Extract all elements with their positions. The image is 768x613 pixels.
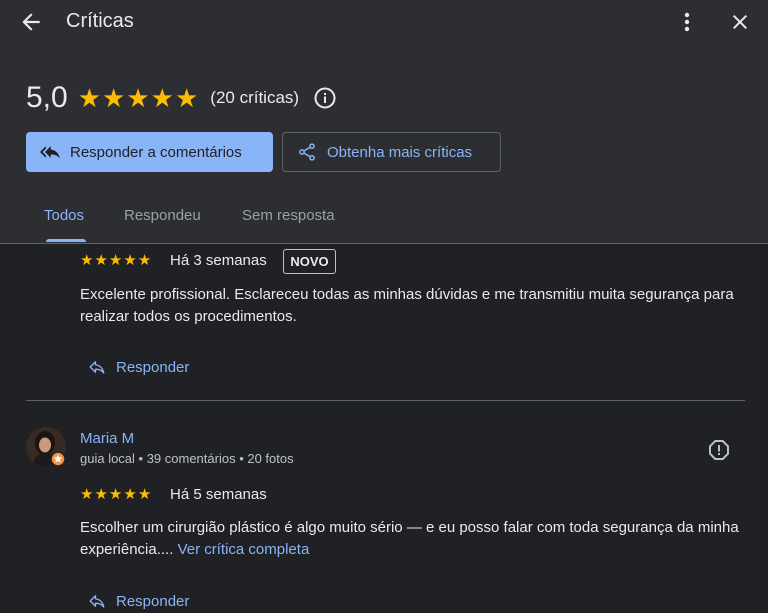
top-bar: Críticas xyxy=(0,0,768,44)
author-meta: guia local • 39 comentários • 20 fotos xyxy=(80,451,294,466)
star-icon: ★ xyxy=(80,252,94,269)
see-full-review-link[interactable]: Ver crítica completa xyxy=(178,541,310,558)
star-icon: ★ xyxy=(102,83,126,113)
review-time: Há 5 semanas xyxy=(170,486,267,503)
reply-button[interactable]: Responder xyxy=(88,355,189,379)
rating-stars: ★ ★ ★ ★ ★ xyxy=(78,85,199,111)
reply-to-comments-label: Responder a comentários xyxy=(70,143,242,161)
tabs-divider xyxy=(0,243,768,244)
share-icon xyxy=(299,143,315,161)
header: Críticas 5,0 ★ ★ ★ ★ ★ (20 críticas) Res… xyxy=(0,0,768,243)
review-text: Escolher um cirurgião plástico é algo mu… xyxy=(80,517,740,561)
tab-unanswered[interactable]: Sem resposta xyxy=(242,207,335,224)
star-icon: ★ xyxy=(94,486,108,503)
star-icon: ★ xyxy=(137,486,152,503)
reply-all-icon xyxy=(40,146,60,159)
get-more-reviews-button[interactable]: Obtenha mais críticas xyxy=(282,132,501,172)
back-arrow-icon[interactable] xyxy=(18,9,44,35)
star-icon: ★ xyxy=(77,83,102,113)
star-icon: ★ xyxy=(123,486,137,503)
star-icon: ★ xyxy=(174,83,199,113)
review-stars: ★ ★ ★ ★ ★ xyxy=(80,487,151,502)
star-icon: ★ xyxy=(150,83,174,113)
active-tab-indicator xyxy=(46,239,86,242)
star-icon: ★ xyxy=(94,252,108,269)
new-badge: NOVO xyxy=(283,249,336,274)
review-stars: ★ ★ ★ ★ ★ xyxy=(80,253,151,268)
review-tabs: Todos Respondeu Sem resposta xyxy=(0,196,768,243)
review-time: Há 3 semanas xyxy=(170,252,267,269)
report-icon[interactable] xyxy=(707,438,731,462)
reply-icon xyxy=(89,361,105,374)
reply-button[interactable]: Responder xyxy=(88,589,189,613)
review-count: (20 críticas) xyxy=(210,88,300,107)
star-icon: ★ xyxy=(108,252,123,269)
local-guide-badge-icon xyxy=(50,451,66,467)
rating-value: 5,0 xyxy=(26,81,68,114)
tab-replied[interactable]: Respondeu xyxy=(124,207,201,224)
reply-icon xyxy=(89,595,105,608)
star-icon: ★ xyxy=(126,83,150,113)
info-icon[interactable] xyxy=(313,86,337,110)
review-author[interactable]: Maria M xyxy=(80,430,134,447)
more-vert-icon[interactable] xyxy=(677,10,697,34)
review-text: Excelente profissional. Esclareceu todas… xyxy=(80,286,734,325)
rating-summary: 5,0 ★ ★ ★ ★ ★ (20 críticas) xyxy=(26,78,337,118)
star-icon: ★ xyxy=(108,486,123,503)
star-icon: ★ xyxy=(137,252,152,269)
reply-label: Responder xyxy=(116,592,190,610)
star-icon: ★ xyxy=(123,252,137,269)
review-divider xyxy=(26,400,745,401)
get-more-reviews-label: Obtenha mais críticas xyxy=(327,143,473,161)
page-title: Críticas xyxy=(66,10,134,32)
reply-to-comments-button[interactable]: Responder a comentários xyxy=(26,132,273,172)
reply-label: Responder xyxy=(116,358,190,376)
avatar[interactable] xyxy=(26,427,66,467)
close-icon[interactable] xyxy=(728,10,752,34)
tab-all[interactable]: Todos xyxy=(44,207,84,224)
star-icon: ★ xyxy=(80,486,94,503)
